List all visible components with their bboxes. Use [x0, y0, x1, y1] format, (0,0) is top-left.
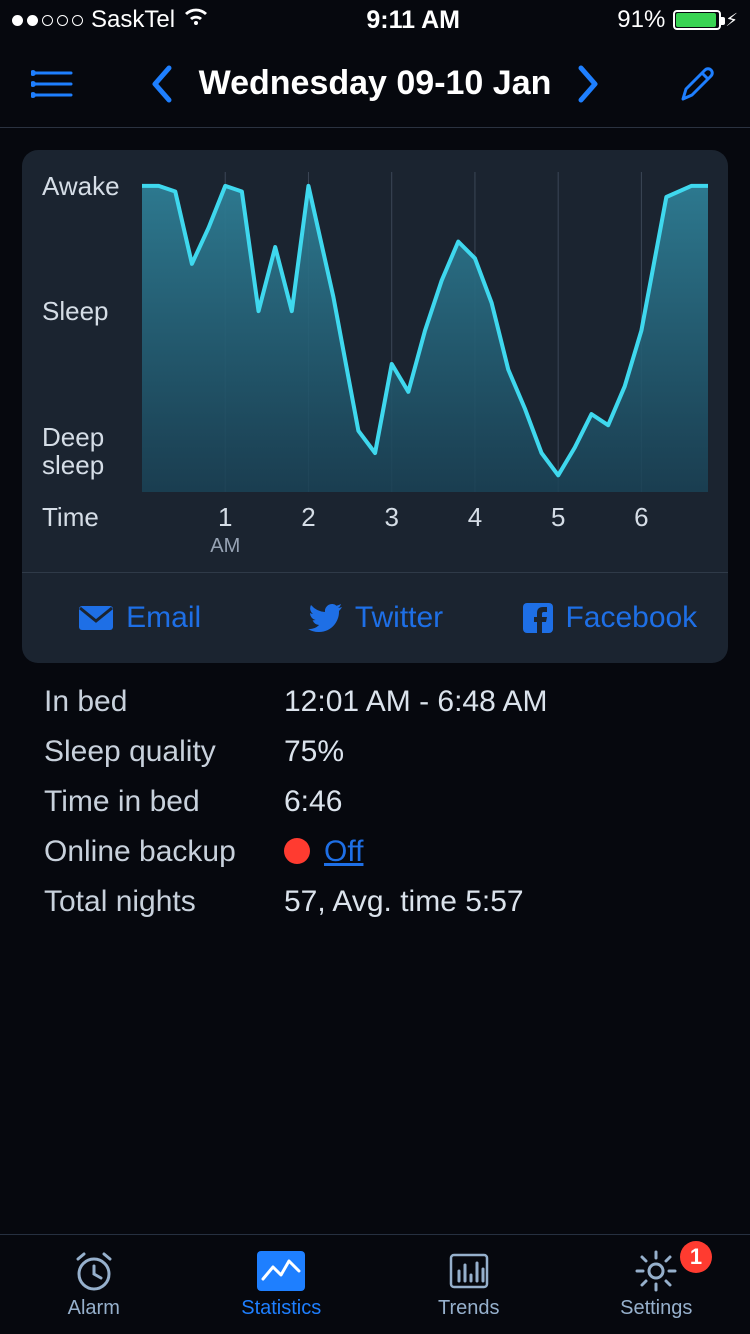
share-facebook-button[interactable]: Facebook: [493, 573, 728, 663]
carrier-label: SaskTel: [91, 6, 175, 34]
menu-button[interactable]: [20, 69, 84, 99]
battery-icon: ⚡︎: [673, 10, 738, 31]
stat-backup: Online backup Off: [44, 827, 706, 877]
battery-pct-label: 91%: [617, 6, 665, 34]
share-row: Email Twitter Facebook: [22, 572, 728, 663]
signal-strength-icon: [12, 15, 83, 26]
x-tick: 2: [301, 502, 315, 533]
backup-toggle-link[interactable]: Off: [324, 835, 363, 868]
nav-bar: Wednesday 09-10 Jan: [0, 40, 750, 128]
edit-button[interactable]: [666, 65, 730, 103]
chevron-left-icon: [149, 64, 173, 104]
y-tick-awake: Awake: [42, 172, 142, 201]
chart-y-axis: Awake Sleep Deep sleep: [42, 172, 142, 492]
status-clock: 9:11 AM: [366, 6, 460, 35]
tab-bar: Alarm Statistics Trends Settings 1: [0, 1234, 750, 1334]
twitter-icon: [307, 603, 343, 633]
share-facebook-label: Facebook: [565, 601, 697, 635]
settings-badge: 1: [680, 1241, 712, 1273]
chart-x-axis: 1AM 2 3 4 5 6: [142, 502, 708, 562]
x-tick: 4: [468, 502, 482, 533]
x-tick: 6: [634, 502, 648, 533]
x-tick: 1AM: [210, 502, 240, 558]
share-email-button[interactable]: Email: [22, 573, 257, 663]
gear-icon: [634, 1249, 678, 1293]
chevron-right-icon: [577, 64, 601, 104]
stat-in-bed: In bed 12:01 AM - 6:48 AM: [44, 677, 706, 727]
share-twitter-label: Twitter: [355, 601, 443, 635]
stat-total-nights: Total nights 57, Avg. time 5:57: [44, 877, 706, 927]
tab-statistics[interactable]: Statistics: [188, 1235, 376, 1334]
mail-icon: [78, 605, 114, 631]
facebook-icon: [523, 603, 553, 633]
y-tick-deep: Deep sleep: [42, 423, 142, 480]
x-tick: 5: [551, 502, 565, 533]
chart-line-icon: [255, 1249, 307, 1293]
y-tick-sleep: Sleep: [42, 297, 142, 326]
list-icon: [31, 69, 73, 99]
stats-summary: In bed 12:01 AM - 6:48 AM Sleep quality …: [44, 677, 706, 927]
share-twitter-button[interactable]: Twitter: [257, 573, 492, 663]
prev-day-button[interactable]: [149, 64, 173, 104]
tab-settings[interactable]: Settings 1: [563, 1235, 750, 1334]
sleep-chart-card: Awake Sleep Deep sleep: [22, 150, 728, 663]
sleep-chart-plot: [142, 172, 708, 492]
status-dot-icon: [284, 838, 310, 864]
tab-trends[interactable]: Trends: [375, 1235, 563, 1334]
share-email-label: Email: [126, 601, 201, 635]
wifi-icon: [183, 6, 209, 34]
x-tick: 3: [384, 502, 398, 533]
pencil-icon: [679, 65, 717, 103]
bar-chart-icon: [447, 1249, 491, 1293]
status-bar: SaskTel 9:11 AM 91% ⚡︎: [0, 0, 750, 40]
chart-x-label: Time: [42, 502, 142, 562]
page-title: Wednesday 09-10 Jan: [199, 64, 552, 103]
alarm-clock-icon: [72, 1249, 116, 1293]
stat-quality: Sleep quality 75%: [44, 727, 706, 777]
stat-time-in-bed: Time in bed 6:46: [44, 777, 706, 827]
tab-alarm[interactable]: Alarm: [0, 1235, 188, 1334]
next-day-button[interactable]: [577, 64, 601, 104]
